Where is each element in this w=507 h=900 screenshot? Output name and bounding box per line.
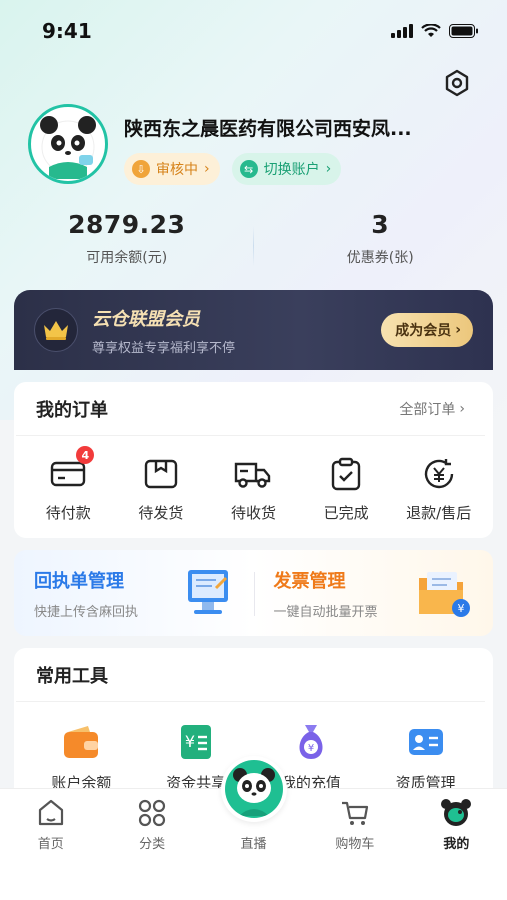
orders-title: 我的订单: [36, 399, 108, 421]
category-icon: [136, 797, 168, 829]
orders-card: 我的订单 全部订单 › 4 待付款 待发货 待收货 已完成 退款/售后: [14, 382, 493, 538]
chevron-right-icon: ›: [325, 161, 332, 177]
all-orders-label: 全部订单: [399, 401, 456, 418]
company-name: 陕西东之晨医药有限公司西安凤...: [124, 118, 412, 140]
pending-payment-badge: 4: [76, 446, 95, 464]
status-icons: [391, 24, 479, 38]
tab-label: 分类: [139, 837, 166, 852]
account-stats: 2879.23 可用余额(元) 3 优惠券(张): [0, 210, 507, 267]
tab-profile[interactable]: 我的: [406, 797, 507, 900]
id-card-icon: [406, 722, 446, 762]
switch-icon: ⇆: [239, 160, 258, 178]
live-button[interactable]: [221, 756, 287, 822]
panda-avatar-icon: [40, 116, 96, 179]
order-label: 待发货: [138, 504, 184, 522]
order-completed[interactable]: 已完成: [304, 454, 388, 523]
order-label: 已完成: [323, 504, 369, 522]
stats-divider: [253, 226, 254, 266]
review-status-label: 审核中: [156, 162, 198, 178]
order-pending-shipment[interactable]: 待发货: [119, 454, 203, 523]
switch-account-label: 切换账户: [263, 162, 320, 178]
crown-icon: [34, 308, 78, 352]
tools-header: 常用工具: [16, 648, 485, 702]
review-icon: ⇩: [132, 160, 150, 178]
tools-title: 常用工具: [36, 665, 108, 687]
order-pending-receipt[interactable]: 待收货: [211, 454, 295, 523]
avatar[interactable]: [28, 104, 108, 184]
profile-header: 陕西东之晨医药有限公司西安凤... ⇩ 审核中 › ⇆ 切换账户 ›: [28, 104, 456, 185]
management-card: 回执单管理 快捷上传含麻回执 发票管理 一键自动批量开票 ¥: [14, 550, 493, 636]
tool-qualification[interactable]: 资质管理: [378, 722, 474, 793]
status-bar: 9:41: [0, 0, 507, 62]
tab-label: 购物车: [335, 837, 375, 852]
home-icon: [35, 797, 67, 829]
cart-icon: [339, 797, 371, 829]
tab-category[interactable]: 分类: [101, 797, 202, 900]
receipt-management[interactable]: 回执单管理 快捷上传含麻回执: [14, 550, 254, 636]
svg-text:¥: ¥: [185, 732, 195, 751]
order-status-row: 4 待付款 待发货 待收货 已完成 退款/售后: [14, 446, 493, 523]
monitor-illustration-icon: [186, 568, 232, 624]
truck-icon: [233, 454, 273, 494]
box-icon: [141, 454, 181, 494]
profile-info: 陕西东之晨医药有限公司西安凤... ⇩ 审核中 › ⇆ 切换账户 ›: [124, 104, 456, 185]
battery-icon: [449, 24, 478, 38]
money-bag-icon: ¥: [291, 722, 331, 762]
order-label: 待付款: [45, 504, 91, 522]
vip-text: 云仓联盟会员 尊享权益专享福利享不停: [92, 305, 381, 356]
vip-banner[interactable]: 云仓联盟会员 尊享权益专享福利享不停 成为会员 ›: [14, 290, 493, 370]
review-status-tag[interactable]: ⇩ 审核中 ›: [124, 153, 220, 185]
svg-text:¥: ¥: [458, 602, 465, 615]
vip-subtitle: 尊享权益专享福利享不停: [92, 340, 236, 356]
order-label: 退款/售后: [406, 504, 472, 522]
balance-stat[interactable]: 2879.23 可用余额(元): [0, 210, 254, 267]
invoice-subtitle: 一键自动批量开票: [273, 604, 378, 620]
profile-tags: ⇩ 审核中 › ⇆ 切换账户 ›: [124, 153, 456, 185]
tab-label: 直播: [240, 837, 267, 852]
coupon-label: 优惠券(张): [346, 250, 414, 266]
chevron-right-icon: ›: [459, 400, 465, 417]
tab-label: 我的: [443, 837, 470, 852]
tab-label: 首页: [37, 837, 64, 852]
become-member-button[interactable]: 成为会员 ›: [381, 313, 473, 347]
status-time: 9:41: [42, 19, 92, 43]
gear-icon: [445, 69, 469, 97]
vip-title: 云仓联盟会员: [92, 308, 200, 330]
receipt-subtitle: 快捷上传含麻回执: [34, 604, 139, 620]
clipboard-check-icon: [326, 454, 366, 494]
invoice-title: 发票管理: [273, 570, 346, 592]
balance-value: 2879.23: [68, 210, 186, 239]
order-refund[interactable]: 退款/售后: [397, 454, 481, 523]
receipt-title: 回执单管理: [34, 570, 124, 592]
switch-account-tag[interactable]: ⇆ 切换账户 ›: [231, 153, 342, 185]
coupon-value: 3: [371, 210, 390, 239]
refund-icon: [419, 454, 459, 494]
tab-cart[interactable]: 购物车: [304, 797, 405, 900]
settings-button[interactable]: [440, 66, 474, 100]
tab-home[interactable]: 首页: [0, 797, 101, 900]
all-orders-link[interactable]: 全部订单 ›: [399, 399, 465, 419]
invoice-management[interactable]: 发票管理 一键自动批量开票 ¥: [254, 550, 494, 636]
balance-label: 可用余额(元): [86, 250, 168, 266]
svg-text:¥: ¥: [308, 743, 314, 754]
orders-header: 我的订单 全部订单 ›: [16, 382, 485, 436]
profile-icon: [440, 797, 472, 829]
folder-illustration-icon: ¥: [417, 568, 471, 624]
become-member-label: 成为会员: [395, 323, 452, 339]
order-label: 待收货: [230, 504, 276, 522]
wifi-icon: [421, 24, 441, 37]
order-pending-payment[interactable]: 4 待付款: [26, 446, 110, 523]
wallet-icon: [61, 722, 101, 762]
live-icon: [225, 760, 283, 818]
fund-icon: ¥: [176, 722, 216, 762]
chevron-right-icon: ›: [455, 322, 461, 338]
chevron-right-icon: ›: [204, 161, 210, 177]
signal-icon: [391, 24, 413, 38]
coupon-stat[interactable]: 3 优惠券(张): [254, 210, 507, 267]
tool-account-balance[interactable]: 账户余额: [33, 722, 129, 793]
